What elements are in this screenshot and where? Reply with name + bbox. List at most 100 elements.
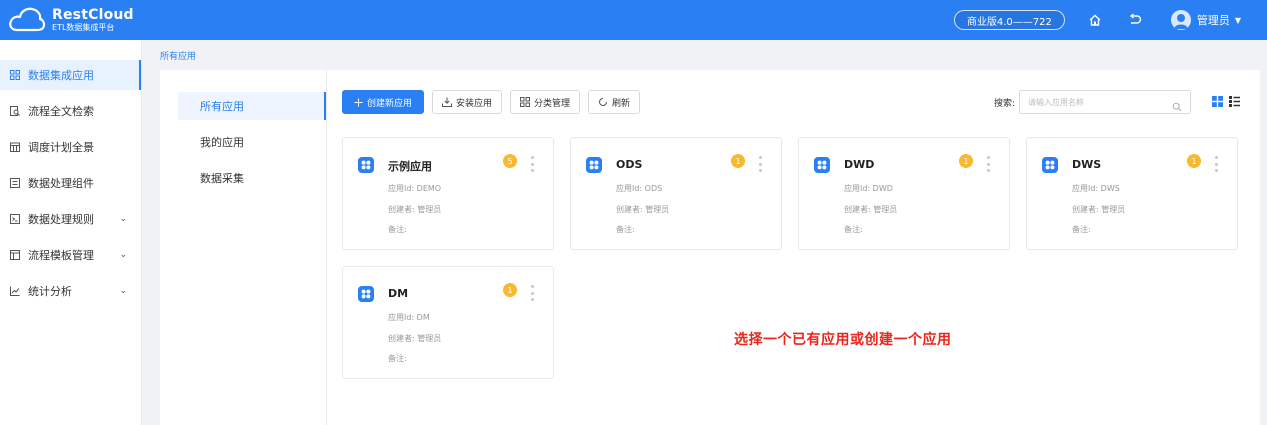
subnav-item-all-apps[interactable]: 所有应用 [178,92,326,120]
sidebar-item-schedule-overview[interactable]: 调度计划全景 [0,132,141,162]
app-icon [586,157,602,173]
app-icon [358,286,374,302]
view-switcher [1206,96,1240,107]
chart-icon [10,286,20,296]
app-card[interactable]: DWS 1 应用Id: DWS 创建者: 管理员 备注: [1026,137,1238,250]
app-creator: 创建者: 管理员 [616,205,670,214]
count-badge: 1 [959,154,973,168]
sidebar-item-statistics[interactable]: 统计分析 ⌄ [0,276,141,306]
grid-view-icon[interactable] [1212,96,1223,107]
top-bar: RestCloud ETL数据集成平台 商业版4.0——722 管理员 ▼ [0,0,1267,40]
app-id: 应用Id: DM [388,313,430,322]
subnav-item-my-apps[interactable]: 我的应用 [178,128,326,156]
main-panel: 所有应用 我的应用 数据采集 创建新应用 安装应用 分类管理 刷新 搜索: 请输… [160,70,1260,425]
create-app-label: 创建新应用 [367,98,413,109]
chevron-down-icon: ⌄ [119,286,127,296]
search-input[interactable] [1028,97,1168,107]
app-note: 备注: [844,225,863,234]
sidebar-item-fulltext-search[interactable]: 流程全文检索 [0,96,141,126]
more-icon[interactable] [529,156,535,172]
app-creator: 创建者: 管理员 [844,205,898,214]
logo-name: RestCloud [52,7,134,23]
back-icon[interactable] [1125,10,1145,30]
calendar-icon [10,142,20,152]
subnav-item-data-collection[interactable]: 数据采集 [178,164,326,192]
app-icon [358,157,374,173]
app-id: 应用Id: DWS [1072,184,1120,193]
app-id: 应用Id: ODS [616,184,663,193]
avatar [1170,10,1191,30]
logo[interactable]: RestCloud ETL数据集成平台 [8,6,134,34]
home-icon[interactable] [1085,10,1105,30]
terminal-icon [10,214,20,224]
app-note: 备注: [388,354,407,363]
list-view-icon[interactable] [1229,96,1240,107]
more-icon[interactable] [757,156,763,172]
sidebar-item-label: 调度计划全景 [28,141,94,154]
app-id: 应用Id: DEMO [388,184,442,193]
logo-subtitle: ETL数据集成平台 [52,23,115,32]
sidebar-item-processing-components[interactable]: 数据处理组件 [0,168,141,198]
sidebar-item-label: 数据集成应用 [28,69,94,82]
app-id: 应用Id: DWD [844,184,893,193]
caret-down-icon: ▼ [1234,15,1241,25]
more-icon[interactable] [985,156,991,172]
app-note: 备注: [616,225,635,234]
count-badge: 1 [503,283,517,297]
sidebar-item-processing-rules[interactable]: 数据处理规则 ⌄ [0,204,141,234]
more-icon[interactable] [529,285,535,301]
app-creator: 创建者: 管理员 [388,334,442,343]
search-box [1019,90,1191,114]
app-title: ODS [616,158,643,171]
chevron-down-icon: ⌄ [119,214,127,224]
refresh-button[interactable]: 刷新 [588,90,641,114]
version-badge: 商业版4.0——722 [953,10,1065,30]
user-name: 管理员 [1196,14,1230,27]
app-note: 备注: [1072,225,1091,234]
app-card[interactable]: DWD 1 应用Id: DWD 创建者: 管理员 备注: [798,137,1010,250]
app-icon [814,157,830,173]
sidebar-item-label: 流程全文检索 [28,105,94,118]
search-doc-icon [10,106,20,116]
download-icon [442,97,453,107]
category-manage-label: 分类管理 [534,98,571,109]
app-title: DWD [844,158,875,171]
app-card[interactable]: 示例应用 5 应用Id: DEMO 创建者: 管理员 备注: [342,137,554,250]
refresh-label: 刷新 [612,98,631,109]
sidebar-item-label: 数据处理组件 [28,177,94,190]
count-badge: 1 [731,154,745,168]
sidebar-item-label: 数据处理规则 [28,213,94,226]
sidebar-item-label: 流程模板管理 [28,249,94,262]
install-app-label: 安装应用 [456,98,493,109]
template-icon [10,250,20,260]
category-manage-button[interactable]: 分类管理 [510,90,581,114]
list-icon [10,178,20,188]
search-area: 搜索: [994,90,1191,114]
app-creator: 创建者: 管理员 [1072,205,1126,214]
breadcrumb[interactable]: 所有应用 [160,49,196,62]
app-icon [1042,157,1058,173]
sidebar-item-data-integration[interactable]: 数据集成应用 [0,60,141,90]
sidebar-item-label: 统计分析 [28,285,72,298]
app-card[interactable]: ODS 1 应用Id: ODS 创建者: 管理员 备注: [570,137,782,250]
toolbar: 创建新应用 安装应用 分类管理 刷新 [342,90,648,114]
count-badge: 1 [1187,154,1201,168]
app-title: 示例应用 [388,160,432,173]
instruction-annotation: 选择一个已有应用或创建一个应用 [734,332,952,348]
user-menu[interactable]: 管理员 ▼ [1170,10,1241,30]
install-app-button[interactable]: 安装应用 [432,90,503,114]
count-badge: 5 [503,154,517,168]
cloud-logo-icon [9,7,46,32]
create-app-button[interactable]: 创建新应用 [342,90,425,114]
plus-icon [354,98,363,107]
sidebar: 数据集成应用 流程全文检索 调度计划全景 数据处理组件 数据处理规则 ⌄ 流程模… [0,40,142,425]
sidebar-item-template-management[interactable]: 流程模板管理 ⌄ [0,240,141,270]
refresh-icon [598,97,608,107]
more-icon[interactable] [1213,156,1219,172]
category-icon [520,97,531,107]
search-label: 搜索: [993,98,1015,109]
chevron-down-icon: ⌄ [119,250,127,260]
app-note: 备注: [388,225,407,234]
search-icon[interactable] [1172,97,1182,116]
app-card[interactable]: DM 1 应用Id: DM 创建者: 管理员 备注: [342,266,554,379]
